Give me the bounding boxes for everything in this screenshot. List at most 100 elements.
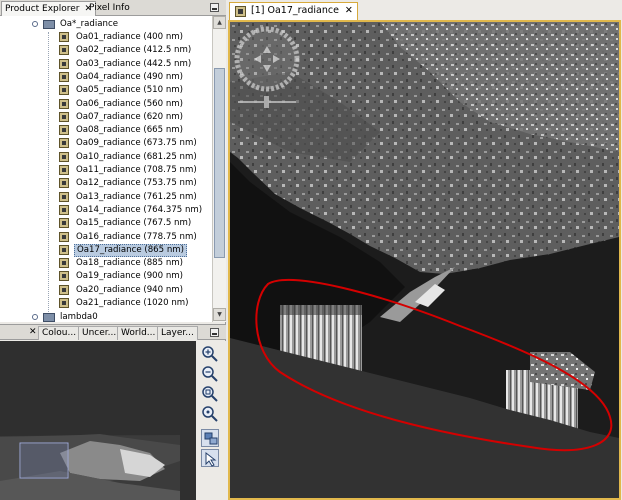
tab-pixel-info[interactable]: Pixel Info xyxy=(86,1,133,16)
zoom-default-icon[interactable] xyxy=(201,405,219,423)
folder-icon xyxy=(43,20,55,29)
tree-band-item[interactable]: Oa15_radiance (767.5 nm) xyxy=(0,217,212,230)
zoom-all-icon[interactable] xyxy=(201,385,219,403)
band-label: Oa13_radiance (761.25 nm) xyxy=(76,191,197,202)
minimize-button[interactable] xyxy=(210,328,219,337)
band-label: Oa03_radiance (442.5 nm) xyxy=(76,58,192,69)
scroll-down-icon[interactable]: ▼ xyxy=(213,308,226,321)
folder-icon xyxy=(43,313,55,322)
tree-group-label-lambda0: lambda0 xyxy=(60,312,98,322)
tree-group-lambda0[interactable]: lambda0 xyxy=(0,311,212,322)
minimize-button[interactable] xyxy=(210,3,219,12)
tree-group-radiance[interactable]: Oa*_radiance xyxy=(0,18,212,31)
tree-band-item[interactable]: Oa18_radiance (885 nm) xyxy=(0,257,212,270)
sync-cursor-icon[interactable] xyxy=(201,449,219,467)
tree-band-item[interactable]: Oa19_radiance (900 nm) xyxy=(0,270,212,283)
band-image-icon xyxy=(59,32,69,42)
band-label: Oa20_radiance (940 nm) xyxy=(76,284,184,295)
sync-views-icon[interactable] xyxy=(201,429,219,447)
close-icon[interactable]: ✕ xyxy=(345,5,353,16)
band-label: Oa15_radiance (767.5 nm) xyxy=(76,218,192,229)
tool-window-tabbar: ✕ Colou... Uncer... World... Layer... xyxy=(0,324,226,340)
tree-group-label: Oa*_radiance xyxy=(60,19,118,29)
collapse-icon[interactable] xyxy=(32,21,38,27)
tab-colour-manipulation[interactable]: Colou... xyxy=(38,326,81,340)
band-image-icon xyxy=(59,98,69,109)
band-label: Oa04_radiance (490 nm) xyxy=(76,71,184,82)
tab-product-explorer[interactable]: Product Explorer ✕ xyxy=(1,1,97,16)
band-image-icon xyxy=(235,6,246,17)
band-label: Oa19_radiance (900 nm) xyxy=(76,271,184,282)
tree-scrollbar[interactable]: ▲ ▼ xyxy=(212,16,226,322)
zoom-in-icon[interactable] xyxy=(201,345,219,363)
tab-layer-manager[interactable]: Layer... xyxy=(157,326,198,340)
tree-band-item[interactable]: Oa05_radiance (510 nm) xyxy=(0,84,212,97)
tab-world-view[interactable]: World... xyxy=(117,326,160,340)
tree-band-item[interactable]: Oa12_radiance (753.75 nm) xyxy=(0,177,212,190)
band-label: Oa06_radiance (560 nm) xyxy=(76,98,184,109)
tree-band-item[interactable]: Oa10_radiance (681.25 nm) xyxy=(0,151,212,164)
tree-band-item[interactable]: Oa07_radiance (620 nm) xyxy=(0,111,212,124)
band-label: Oa07_radiance (620 nm) xyxy=(76,111,184,122)
tree-band-item[interactable]: Oa14_radiance (764.375 nm) xyxy=(0,204,212,217)
navigation-toolbar xyxy=(196,341,226,500)
band-label: Oa02_radiance (412.5 nm) xyxy=(76,45,192,56)
explorer-tabbar: Product Explorer ✕ Pixel Info xyxy=(0,0,226,16)
band-image-icon xyxy=(59,151,69,162)
tree-band-item[interactable]: Oa13_radiance (761.25 nm) xyxy=(0,191,212,204)
band-image-icon xyxy=(59,191,69,202)
tree-band-item[interactable]: Oa16_radiance (778.75 nm) xyxy=(0,231,212,244)
band-label: Oa18_radiance (885 nm) xyxy=(76,258,184,269)
product-tree: Oa*_radiance Oa01_radiance (400 nm) Oa02_… xyxy=(0,16,212,322)
band-image-icon xyxy=(59,178,69,189)
band-label: Oa12_radiance (753.75 nm) xyxy=(76,178,197,189)
tree-band-item[interactable]: Oa02_radiance (412.5 nm) xyxy=(0,44,212,57)
band-image-icon xyxy=(59,298,69,308)
tab-uncertainty[interactable]: Uncer... xyxy=(78,326,121,340)
band-image-icon xyxy=(59,58,69,69)
tree-band-item[interactable]: Oa20_radiance (940 nm) xyxy=(0,284,212,297)
image-canvas[interactable] xyxy=(228,20,621,500)
band-image-icon xyxy=(59,284,69,295)
zoom-out-icon[interactable] xyxy=(201,365,219,383)
band-image-icon xyxy=(59,244,69,255)
band-image-icon xyxy=(59,111,69,122)
tree-band-item[interactable]: Oa17_radiance (865 nm) xyxy=(0,243,212,257)
tree-band-item[interactable]: Oa09_radiance (673.75 nm) xyxy=(0,137,212,150)
band-image-icon xyxy=(59,204,69,215)
tree-band-item[interactable]: Oa03_radiance (442.5 nm) xyxy=(0,58,212,71)
band-image-icon xyxy=(59,71,69,82)
band-image-icon xyxy=(59,165,69,175)
band-label: Oa05_radiance (510 nm) xyxy=(76,85,184,96)
scroll-up-icon[interactable]: ▲ xyxy=(213,16,226,29)
tab-product-explorer-label: Product Explorer xyxy=(5,4,80,14)
band-label: Oa14_radiance (764.375 nm) xyxy=(76,204,203,215)
band-label: Oa11_radiance (708.75 nm) xyxy=(76,165,197,175)
satellite-image xyxy=(230,22,619,498)
band-label: Oa01_radiance (400 nm) xyxy=(76,32,184,42)
band-image-icon xyxy=(59,125,69,136)
band-label: Oa10_radiance (681.25 nm) xyxy=(76,151,197,162)
navigation-thumbnail xyxy=(0,341,196,500)
band-label: Oa21_radiance (1020 nm) xyxy=(76,298,189,308)
tab-image-view[interactable]: [1] Oa17_radiance ✕ xyxy=(229,2,358,20)
band-image-icon xyxy=(59,138,69,149)
left-panel: Product Explorer ✕ Pixel Info Oa*_radianc… xyxy=(0,0,226,500)
band-image-icon xyxy=(59,45,69,56)
tab-pixel-info-label: Pixel Info xyxy=(89,3,130,13)
band-label: Oa09_radiance (673.75 nm) xyxy=(76,138,197,149)
tree-band-item[interactable]: Oa21_radiance (1020 nm) xyxy=(0,297,212,310)
band-image-icon xyxy=(59,271,69,282)
tree-band-item[interactable]: Oa06_radiance (560 nm) xyxy=(0,98,212,111)
tree-band-item[interactable]: Oa04_radiance (490 nm) xyxy=(0,71,212,84)
band-image-icon xyxy=(59,218,69,229)
band-label: Oa16_radiance (778.75 nm) xyxy=(76,231,197,242)
tree-band-item[interactable]: Oa11_radiance (708.75 nm) xyxy=(0,164,212,177)
tree-band-item[interactable]: Oa08_radiance (665 nm) xyxy=(0,124,212,137)
band-image-icon xyxy=(59,231,69,242)
image-view-panel: [1] Oa17_radiance ✕ xyxy=(227,0,622,500)
scroll-thumb[interactable] xyxy=(214,68,225,258)
navigation-overview[interactable] xyxy=(0,341,196,500)
expand-icon[interactable] xyxy=(32,314,38,320)
tree-band-item[interactable]: Oa01_radiance (400 nm) xyxy=(0,31,212,44)
